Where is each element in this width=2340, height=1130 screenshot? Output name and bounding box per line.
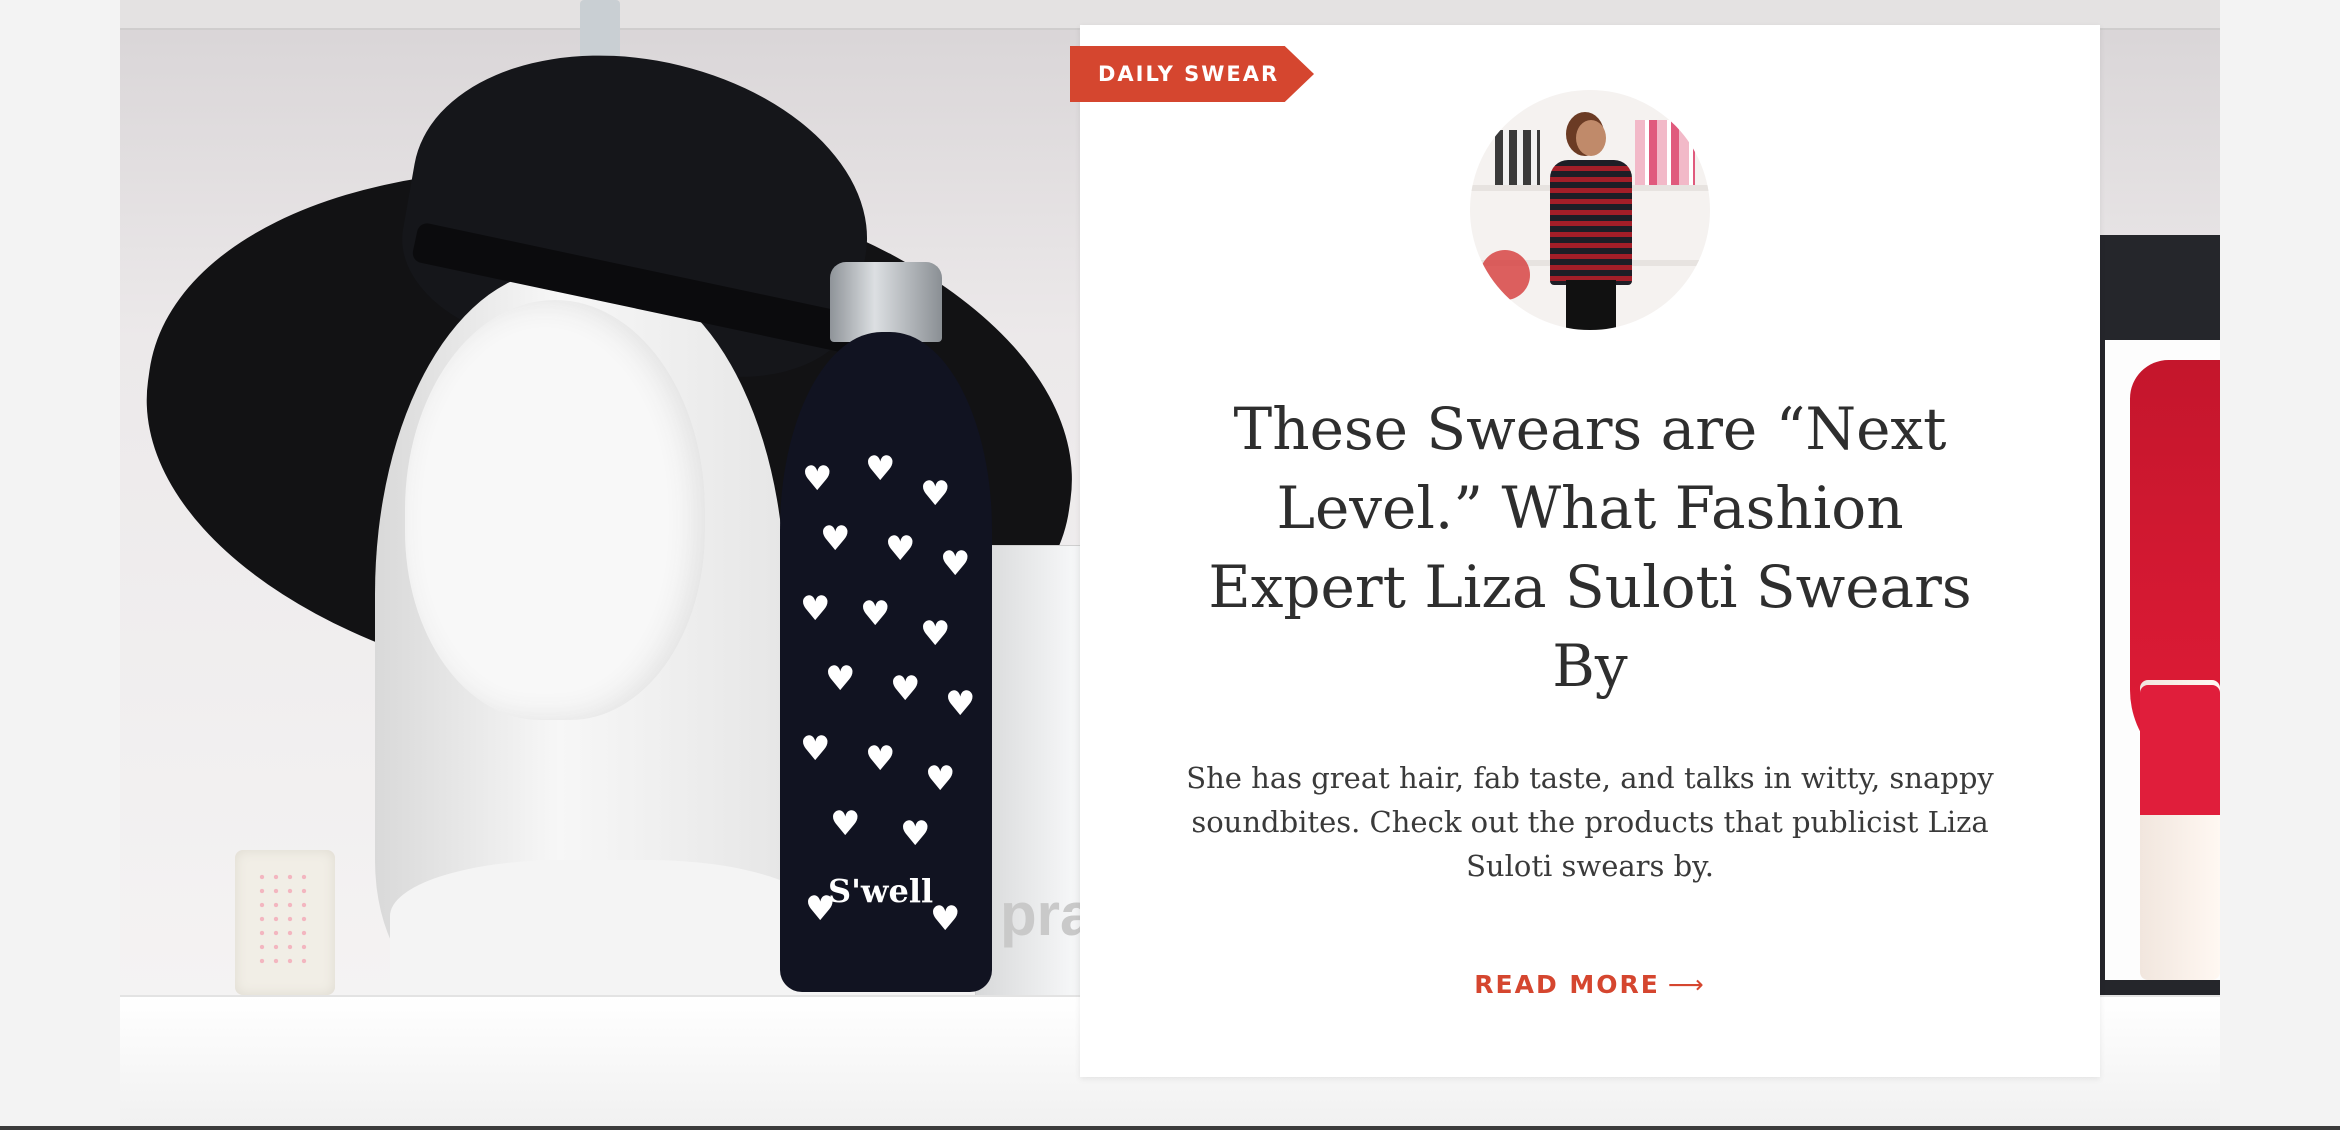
avatar-decor (1480, 250, 1530, 300)
bottle-brand-label: S'well (828, 872, 934, 910)
avatar-person-legs (1566, 280, 1616, 330)
mannequin-face (405, 300, 705, 720)
arrow-right-icon: ⟶ (1667, 970, 1706, 999)
bottle-cap (830, 262, 942, 342)
read-more-link[interactable]: READ MORE ⟶ (1440, 970, 1740, 999)
water-bottle: ♥ ♥ ♥ ♥ ♥ ♥ ♥ ♥ ♥ ♥ ♥ ♥ ♥ ♥ ♥ ♥ ♥ ♥ ♥ S'… (780, 332, 992, 992)
article-title[interactable]: These Swears are “Next Level.” What Fash… (1180, 390, 2000, 706)
candle-pattern (255, 870, 315, 970)
decor-can-print (2140, 685, 2220, 815)
read-more-label: READ MORE (1474, 970, 1660, 999)
avatar-person-body (1550, 160, 1632, 285)
page-bottom-border (0, 1126, 2340, 1130)
author-avatar[interactable] (1470, 90, 1710, 330)
avatar-person-head (1576, 120, 1606, 156)
avatar-books (1635, 120, 1695, 185)
avatar-books (1495, 130, 1540, 185)
category-ribbon[interactable]: DAILY SWEAR (1070, 46, 1314, 102)
article-excerpt: She has great hair, fab taste, and talks… (1186, 761, 1994, 883)
mannequin-base (390, 860, 820, 1000)
